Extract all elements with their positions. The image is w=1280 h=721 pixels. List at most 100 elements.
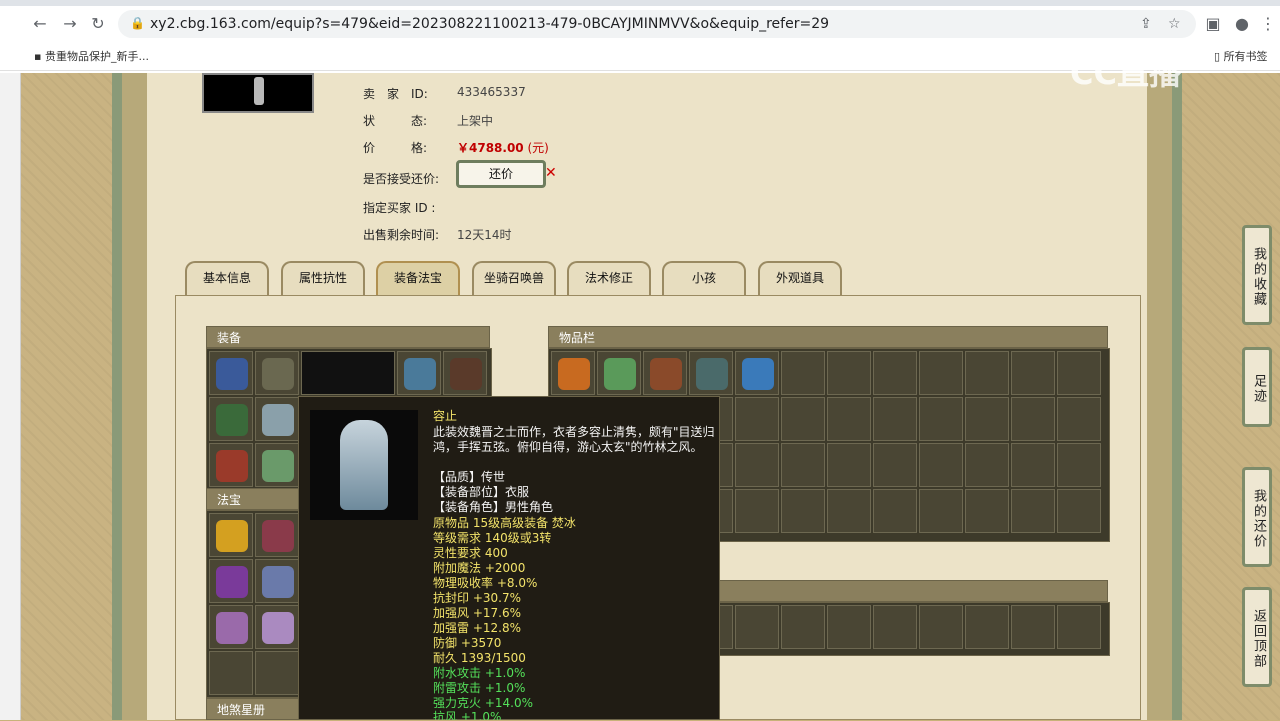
magic-slot[interactable] xyxy=(255,605,299,649)
tab-basic-info[interactable]: 基本信息 xyxy=(185,261,269,297)
all-bookmarks[interactable]: ▯ 所有书签 xyxy=(1214,48,1268,64)
seller-label: 卖 家 ID: xyxy=(363,87,428,101)
inventory-slot[interactable] xyxy=(735,443,779,487)
inventory-slot[interactable] xyxy=(1011,489,1055,533)
equip-slot[interactable] xyxy=(255,397,299,441)
inventory-slot[interactable] xyxy=(919,351,963,395)
inventory-slot[interactable] xyxy=(1011,351,1055,395)
star-icon[interactable]: ☆ xyxy=(1168,16,1181,32)
inventory-slot[interactable] xyxy=(735,351,779,395)
inventory-item-icon xyxy=(742,358,774,390)
inventory-slot[interactable] xyxy=(919,605,963,649)
inventory-slot[interactable] xyxy=(643,351,687,395)
remaining-label: 出售剩余时间: xyxy=(363,228,440,242)
inventory-slot[interactable] xyxy=(873,489,917,533)
menu-icon[interactable]: ⋮ xyxy=(1258,14,1278,34)
inventory-slot[interactable] xyxy=(735,605,779,649)
back-to-top-button[interactable]: 返回顶部 xyxy=(1242,587,1272,687)
inventory-slot[interactable] xyxy=(1057,605,1101,649)
inventory-slot[interactable] xyxy=(597,351,641,395)
equip-slot[interactable] xyxy=(255,443,299,487)
address-bar[interactable]: 🔒 xy2.cbg.163.com/equip?s=479&eid=202308… xyxy=(118,10,1196,38)
inventory-slot[interactable] xyxy=(1011,605,1055,649)
forward-icon[interactable]: → xyxy=(60,14,80,34)
magic-slot[interactable] xyxy=(209,605,253,649)
my-counter-offers-button[interactable]: 我的还价 xyxy=(1242,467,1272,567)
inventory-slot[interactable] xyxy=(827,351,871,395)
magic-slot[interactable] xyxy=(255,559,299,603)
magic-slot[interactable] xyxy=(255,651,299,695)
inventory-slot[interactable] xyxy=(873,397,917,441)
bookmark-item[interactable]: ▪ 贵重物品保护_新手... xyxy=(34,48,149,64)
sidebar-icon[interactable]: ▣ xyxy=(1203,14,1223,34)
inventory-slot[interactable] xyxy=(735,397,779,441)
item-stat: 灵性要求 400 xyxy=(433,546,508,560)
tab-child[interactable]: 小孩 xyxy=(662,261,746,297)
inventory-slot[interactable] xyxy=(827,443,871,487)
equip-slot[interactable] xyxy=(397,351,441,395)
magic-slot[interactable] xyxy=(209,559,253,603)
inventory-slot[interactable] xyxy=(873,351,917,395)
reload-icon[interactable]: ↻ xyxy=(88,14,108,34)
inventory-slot[interactable] xyxy=(919,489,963,533)
favorites-button[interactable]: 我的收藏 xyxy=(1242,225,1272,325)
item-image xyxy=(310,410,418,520)
robe-icon xyxy=(340,420,388,510)
inventory-slot[interactable] xyxy=(965,443,1009,487)
inventory-slot[interactable] xyxy=(689,351,733,395)
inventory-slot[interactable] xyxy=(827,397,871,441)
inventory-slot[interactable] xyxy=(551,351,595,395)
tab-appearance[interactable]: 外观道具 xyxy=(758,261,842,297)
magic-slot[interactable] xyxy=(209,651,253,695)
equip-slot[interactable] xyxy=(209,397,253,441)
inventory-slot[interactable] xyxy=(919,397,963,441)
equip-slot[interactable] xyxy=(209,351,253,395)
inventory-slot[interactable] xyxy=(873,605,917,649)
close-icon: ✕ xyxy=(545,165,557,181)
equip-slot[interactable] xyxy=(443,351,487,395)
item-stat: 原物品 15级高级装备 焚冰 xyxy=(433,516,576,530)
magic-slot[interactable] xyxy=(255,513,299,557)
inventory-slot[interactable] xyxy=(965,397,1009,441)
tab-equipment[interactable]: 装备法宝 xyxy=(376,261,460,297)
equip-slot[interactable] xyxy=(209,443,253,487)
inventory-slot[interactable] xyxy=(781,397,825,441)
equip-slot[interactable] xyxy=(255,351,299,395)
tab-attributes[interactable]: 属性抗性 xyxy=(281,261,365,297)
price-unit: (元) xyxy=(527,141,549,155)
back-icon[interactable]: ← xyxy=(30,14,50,34)
inventory-slot[interactable] xyxy=(781,443,825,487)
charm-icon xyxy=(216,450,248,482)
tab-spells[interactable]: 法术修正 xyxy=(567,261,651,297)
inventory-title: 物品栏 xyxy=(548,326,1108,348)
inventory-slot[interactable] xyxy=(965,351,1009,395)
inventory-slot[interactable] xyxy=(1057,397,1101,441)
inventory-slot[interactable] xyxy=(827,489,871,533)
inventory-slot[interactable] xyxy=(781,489,825,533)
inventory-slot[interactable] xyxy=(1057,351,1101,395)
tab-mounts[interactable]: 坐骑召唤兽 xyxy=(472,261,556,297)
inventory-slot[interactable] xyxy=(965,605,1009,649)
inventory-slot[interactable] xyxy=(1011,397,1055,441)
history-button[interactable]: 足迹 xyxy=(1242,347,1272,427)
left-strip xyxy=(0,73,21,720)
inventory-slot[interactable] xyxy=(919,443,963,487)
magic-slot[interactable] xyxy=(209,513,253,557)
inventory-slot[interactable] xyxy=(965,489,1009,533)
inventory-slot[interactable] xyxy=(735,489,779,533)
inventory-slot[interactable] xyxy=(1057,443,1101,487)
url-text[interactable]: xy2.cbg.163.com/equip?s=479&eid=20230822… xyxy=(150,16,829,32)
inventory-slot[interactable] xyxy=(873,443,917,487)
inventory-slot[interactable] xyxy=(827,605,871,649)
item-stat: 抗风 +1.0% xyxy=(433,710,502,720)
share-icon[interactable]: ⇪ xyxy=(1140,16,1152,32)
seller-id: 433465337 xyxy=(457,85,526,99)
lock-icon[interactable]: 🔒 xyxy=(130,16,145,30)
treasure-icon xyxy=(262,566,294,598)
profile-icon[interactable]: ● xyxy=(1232,14,1252,34)
counter-offer-button[interactable]: 还价 xyxy=(456,160,546,188)
inventory-slot[interactable] xyxy=(1057,489,1101,533)
inventory-slot[interactable] xyxy=(1011,443,1055,487)
inventory-slot[interactable] xyxy=(781,605,825,649)
inventory-slot[interactable] xyxy=(781,351,825,395)
